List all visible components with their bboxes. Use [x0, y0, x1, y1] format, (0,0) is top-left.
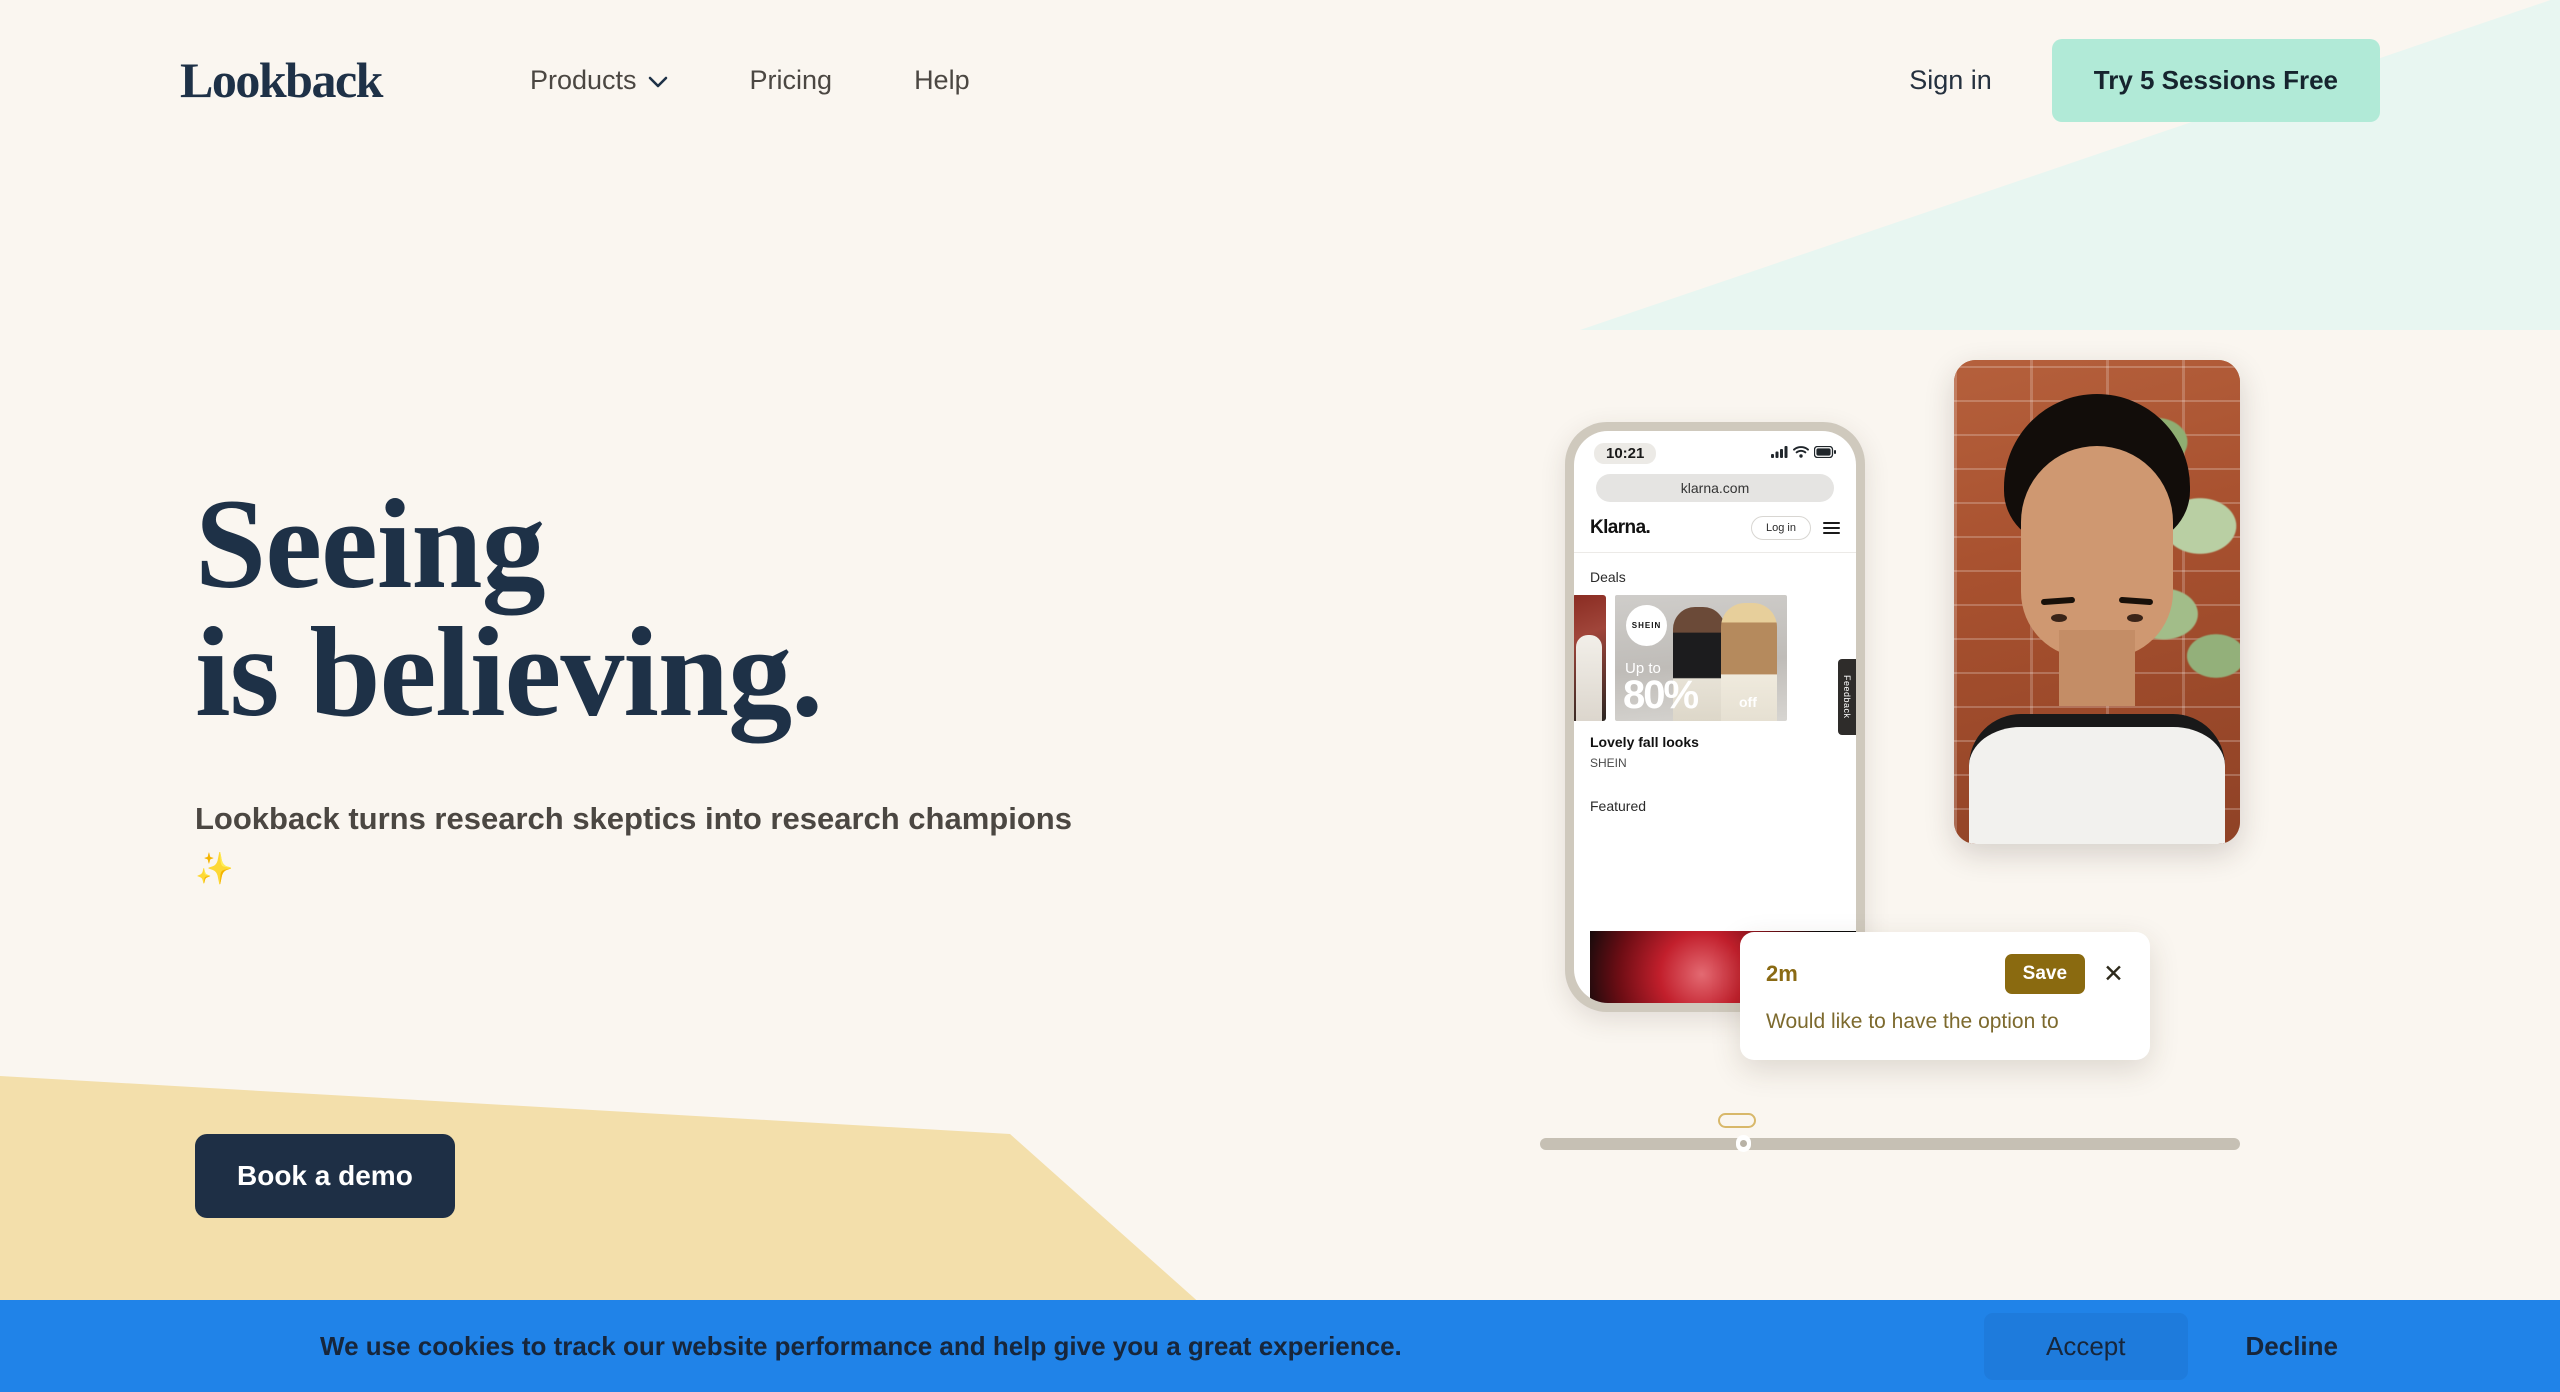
hamburger-menu-icon[interactable]	[1823, 522, 1840, 534]
promo-suffix: off	[1739, 694, 1757, 710]
cookie-banner-actions: Accept Decline	[1984, 1312, 2361, 1380]
participant-shirt	[1969, 714, 2225, 844]
accept-cookies-button[interactable]: Accept	[1984, 1312, 2188, 1380]
deals-carousel[interactable]: SHEIN Up to 80% off	[1574, 595, 1856, 721]
nav-item-help-label: Help	[914, 64, 970, 95]
headline-line-1: Seeing	[195, 473, 546, 615]
note-timestamp: 2m	[1766, 961, 1798, 986]
hero-section: Seeing is believing. Lookback turns rese…	[195, 480, 1195, 894]
timeline-track[interactable]	[1540, 1138, 2240, 1150]
deal-brand: SHEIN	[1590, 756, 1627, 770]
try-sessions-free-button[interactable]: Try 5 Sessions Free	[2051, 38, 2380, 122]
cookie-consent-banner: We use cookies to track our website perf…	[0, 1300, 2560, 1392]
shein-badge: SHEIN	[1626, 605, 1667, 646]
klarna-header-actions: Log in	[1751, 516, 1840, 540]
note-header: 2m Save ✕	[1766, 954, 2124, 994]
headline-line-2: is believing.	[195, 601, 823, 743]
lookback-logo[interactable]: Lookback	[180, 55, 383, 105]
decline-cookies-button[interactable]: Decline	[2224, 1313, 2361, 1380]
klarna-login-button[interactable]: Log in	[1751, 516, 1811, 540]
tan-wedge-shape	[0, 1076, 1230, 1330]
promo-value: 80%	[1623, 673, 1699, 717]
phone-mockup: 10:21 klarna.com Klarna. Log in Deals SH…	[1565, 422, 1865, 1012]
participant-face	[2021, 446, 2173, 705]
timeline-note-marker[interactable]	[1718, 1113, 1756, 1128]
hero-subheadline: Lookback turns research skeptics into re…	[195, 801, 1072, 887]
chevron-down-icon	[648, 65, 668, 96]
page-title: Seeing is believing.	[195, 480, 1195, 736]
product-visual: 10:21 klarna.com Klarna. Log in Deals SH…	[1540, 360, 2240, 1152]
nav-item-pricing[interactable]: Pricing	[750, 65, 833, 96]
deal-title: Lovely fall looks	[1590, 734, 1699, 750]
phone-status-bar: 10:21	[1574, 431, 1856, 468]
nav-item-products-label: Products	[529, 64, 637, 95]
book-a-demo-button[interactable]: Book a demo	[195, 1134, 455, 1218]
klarna-site-header: Klarna. Log in	[1574, 502, 1856, 553]
participant-neck	[2059, 630, 2135, 706]
nav-item-pricing-label: Pricing	[749, 64, 833, 95]
participant-brow-left	[2040, 596, 2076, 606]
battery-icon	[1813, 445, 1836, 463]
nav-item-help[interactable]: Help	[914, 65, 970, 96]
timeline-playhead[interactable]	[1736, 1135, 1751, 1152]
deal-card-partial[interactable]	[1574, 595, 1606, 721]
deal-card-shein[interactable]: SHEIN Up to 80% off	[1615, 595, 1787, 721]
wifi-icon	[1793, 445, 1809, 463]
status-icon-group	[1771, 445, 1836, 463]
participant-brow-right	[2118, 596, 2154, 606]
sign-in-link[interactable]: Sign in	[1909, 65, 1992, 96]
feedback-tab[interactable]: Feedback	[1838, 659, 1856, 735]
participant-eye-right	[2127, 614, 2143, 622]
save-note-button[interactable]: Save	[2004, 954, 2086, 994]
header-actions: Sign in Try 5 Sessions Free	[1909, 38, 2380, 122]
section-label-featured: Featured	[1590, 798, 1647, 814]
signal-bars-icon	[1771, 445, 1788, 463]
session-note-card: 2m Save ✕ Would like to have the option …	[1740, 932, 2150, 1060]
note-body-text: Would like to have the option to	[1766, 1010, 2059, 1033]
participant-webcam-video[interactable]	[1954, 360, 2240, 844]
participant-eye-left	[2051, 614, 2067, 622]
browser-url-bar[interactable]: klarna.com	[1596, 474, 1834, 502]
cookie-banner-message: We use cookies to track our website perf…	[320, 1330, 1402, 1361]
phone-screen: 10:21 klarna.com Klarna. Log in Deals SH…	[1574, 431, 1856, 1003]
nav-item-products[interactable]: Products	[530, 65, 668, 96]
section-label-deals: Deals	[1590, 569, 1626, 585]
close-icon[interactable]: ✕	[2103, 961, 2124, 987]
site-header: Lookback Products Pricing Help Sign in T…	[0, 0, 2560, 160]
primary-navigation: Products Pricing Help	[530, 65, 970, 96]
status-clock: 10:21	[1594, 443, 1657, 464]
klarna-logo: Klarna.	[1590, 517, 1651, 538]
